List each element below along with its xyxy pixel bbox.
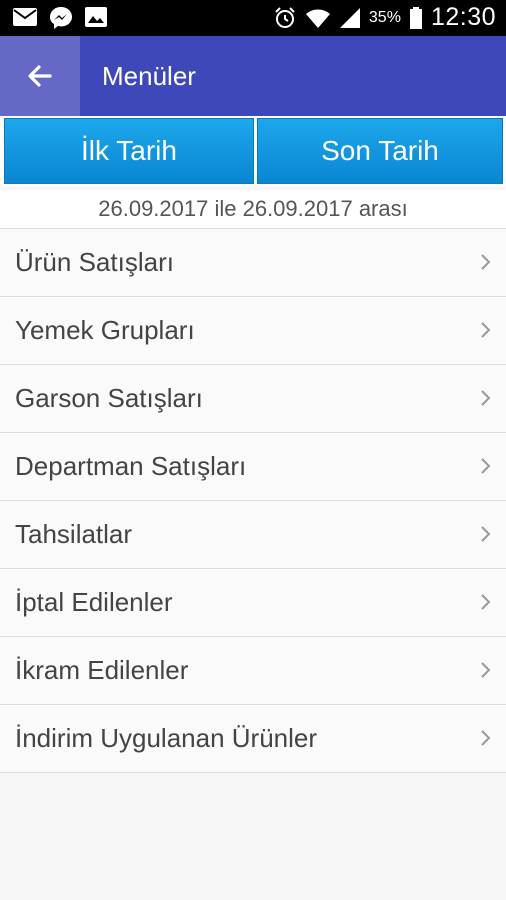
- menu-list: Ürün Satışları Yemek Grupları Garson Sat…: [0, 228, 506, 773]
- menu-item-urun-satislari[interactable]: Ürün Satışları: [0, 229, 506, 297]
- chevron-right-icon: [481, 662, 491, 678]
- page-title: Menüler: [102, 61, 196, 91]
- chevron-right-icon: [481, 458, 491, 474]
- mail-icon: [13, 8, 37, 26]
- back-button[interactable]: [0, 36, 80, 116]
- end-date-button[interactable]: Son Tarih: [257, 118, 503, 184]
- battery-percent: 35%: [368, 8, 401, 26]
- menu-item-label: İndirim Uygulanan Ürünler: [15, 723, 318, 753]
- menu-item-label: Garson Satışları: [15, 383, 203, 413]
- app-bar: Menüler: [0, 36, 506, 116]
- date-range-text: 26.09.2017 ile 26.09.2017 arası: [0, 190, 506, 228]
- arrow-left-icon: [28, 65, 52, 87]
- menu-item-label: İptal Edilenler: [15, 587, 173, 617]
- status-bar: 35% 12:30: [0, 0, 506, 36]
- image-icon: [85, 7, 107, 27]
- date-button-bar: İlk Tarih Son Tarih: [0, 116, 506, 186]
- menu-item-yemek-gruplari[interactable]: Yemek Grupları: [0, 297, 506, 365]
- menu-item-garson-satislari[interactable]: Garson Satışları: [0, 365, 506, 433]
- alarm-icon: [275, 6, 295, 28]
- chevron-right-icon: [481, 390, 491, 406]
- chevron-right-icon: [481, 526, 491, 542]
- menu-item-label: Ürün Satışları: [15, 247, 174, 277]
- menu-item-ikram-edilenler[interactable]: İkram Edilenler: [0, 637, 506, 705]
- menu-item-label: Tahsilatlar: [15, 519, 133, 549]
- menu-item-label: İkram Edilenler: [15, 655, 189, 685]
- menu-item-indirim-uygulanan-urunler[interactable]: İndirim Uygulanan Ürünler: [0, 705, 506, 773]
- menu-item-tahsilatlar[interactable]: Tahsilatlar: [0, 501, 506, 569]
- menu-item-iptal-edilenler[interactable]: İptal Edilenler: [0, 569, 506, 637]
- status-left-icons: [12, 5, 108, 31]
- signal-icon: [339, 7, 360, 28]
- battery-icon: [409, 6, 422, 29]
- chevron-right-icon: [481, 594, 491, 610]
- clock: 12:30: [430, 3, 496, 31]
- status-right: 35% 12:30: [273, 3, 496, 32]
- start-date-button[interactable]: İlk Tarih: [4, 118, 254, 184]
- chevron-right-icon: [481, 322, 491, 338]
- menu-item-label: Yemek Grupları: [15, 315, 195, 345]
- messenger-icon: [50, 7, 72, 29]
- wifi-icon: [305, 9, 330, 28]
- chevron-right-icon: [481, 254, 491, 270]
- menu-item-departman-satislari[interactable]: Departman Satışları: [0, 433, 506, 501]
- menu-item-label: Departman Satışları: [15, 451, 247, 481]
- chevron-right-icon: [481, 730, 491, 746]
